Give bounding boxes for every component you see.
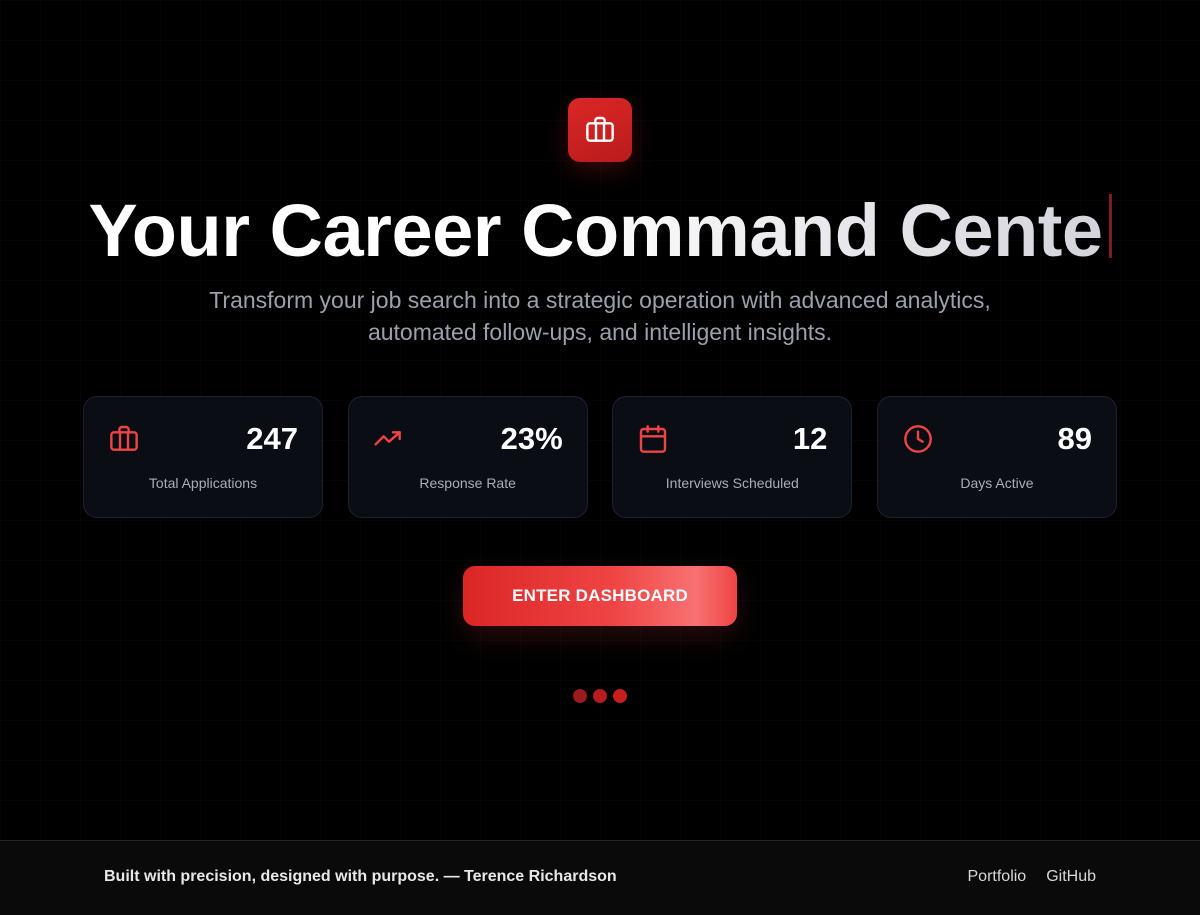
loading-dot	[573, 689, 587, 703]
stat-label: Interviews Scheduled	[665, 475, 799, 491]
enter-dashboard-button[interactable]: ENTER DASHBOARD	[463, 566, 737, 626]
loading-dot	[593, 689, 607, 703]
loading-dot	[613, 689, 627, 703]
stat-value: 89	[1057, 421, 1092, 456]
typing-cursor	[1108, 194, 1112, 258]
stat-label: Response Rate	[419, 475, 516, 491]
stat-card-total-applications: 247 Total Applications	[83, 396, 323, 518]
page-headline: Your Career Command Cente	[0, 188, 1200, 274]
stat-value: 12	[792, 421, 828, 456]
portfolio-link[interactable]: Portfolio	[968, 868, 1027, 886]
github-link[interactable]: GitHub	[1046, 868, 1096, 886]
app-logo	[568, 98, 632, 162]
page-footer: Built with precision, designed with purp…	[0, 840, 1200, 915]
trending-up-icon	[374, 431, 401, 446]
calendar-icon	[640, 425, 667, 453]
stats-row: 247 Total Applications 23% Response Rate…	[83, 396, 1117, 518]
briefcase-icon	[586, 116, 614, 142]
stat-label: Total Applications	[148, 475, 258, 491]
headline-text: Your Career Command Cente	[88, 189, 1103, 272]
hero-subtitle: Transform your job search into a strateg…	[209, 287, 991, 345]
footer-credit: Built with precision, designed with purp…	[104, 868, 617, 885]
stat-value: 247	[246, 421, 298, 456]
briefcase-icon	[110, 425, 138, 451]
stat-card-interviews-scheduled: 12 Interviews Scheduled	[612, 396, 853, 518]
stat-value: 23%	[500, 421, 563, 456]
loading-dots	[573, 689, 627, 703]
stat-card-days-active: 89 Days Active	[876, 396, 1117, 518]
stat-label: Days Active	[960, 475, 1034, 491]
clock-icon	[904, 425, 932, 453]
footer-links: Portfolio GitHub	[968, 868, 1097, 886]
stat-card-response-rate: 23% Response Rate	[347, 396, 588, 518]
